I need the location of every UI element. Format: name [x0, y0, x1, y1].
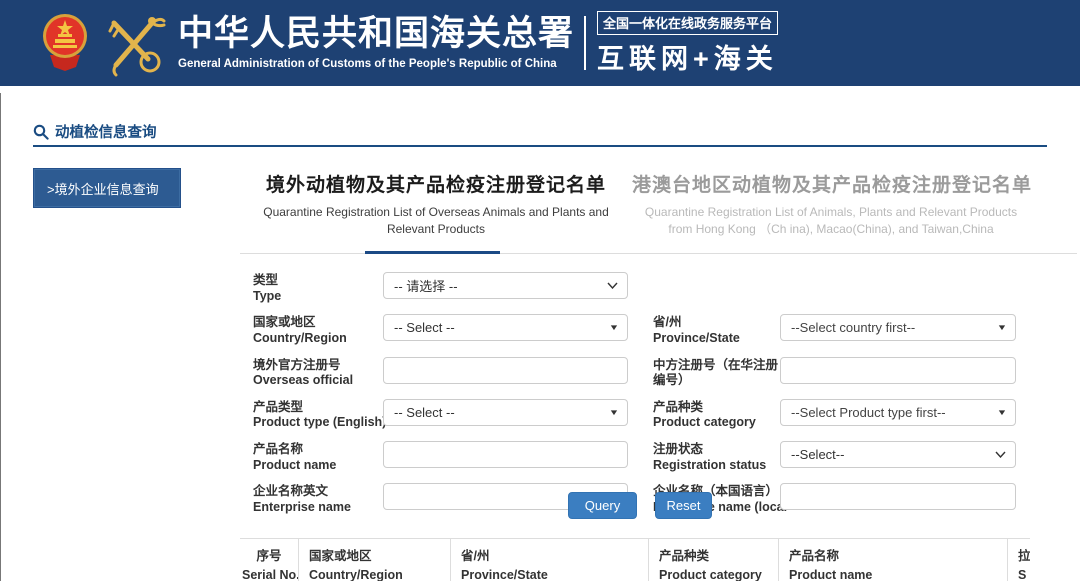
province-select[interactable]: --Select country first-- ▼ [780, 314, 1016, 341]
product-category-select[interactable]: --Select Product type first-- ▼ [780, 399, 1016, 426]
type-select[interactable]: -- 请选择 -- [383, 272, 628, 299]
product-name-label: 产品名称 Product name [253, 441, 383, 473]
column-header-clipped: 拉 S [1007, 539, 1030, 581]
reset-button[interactable]: Reset [655, 492, 712, 519]
tab-title-en: Quarantine Registration List of Overseas… [240, 204, 632, 238]
tab-title-cn: 境外动植物及其产品检疫注册登记名单 [240, 170, 632, 197]
platform-badge: 全国一体化在线政务服务平台 [597, 11, 778, 35]
tab-title-cn: 港澳台地区动植物及其产品检疫注册登记名单 [632, 170, 1030, 197]
registration-status-select[interactable]: --Select-- [780, 441, 1016, 468]
national-emblem-icon [42, 11, 88, 75]
window-left-edge [0, 93, 1, 581]
country-label: 国家或地区 Country/Region [253, 314, 383, 346]
platform-block: 全国一体化在线政务服务平台 互联网+海关 [597, 11, 778, 76]
chevron-down-icon [607, 282, 618, 289]
tab-title-en: Quarantine Registration List of Animals,… [632, 204, 1030, 238]
page: 中华人民共和国海关总署 General Administration of Cu… [0, 0, 1080, 581]
overseas-regno-label: 境外官方注册号 Overseas official [253, 357, 383, 389]
section-title: 动植检信息查询 [55, 121, 157, 142]
overseas-regno-input[interactable] [383, 357, 628, 384]
product-category-label: 产品种类 Product category [653, 399, 780, 431]
query-form: 类型 Type -- 请选择 -- 国家或地区 Country/Region -… [253, 272, 1033, 526]
column-header-serial-no: 序号 Serial No. [240, 539, 298, 581]
province-label: 省/州 Province/State [653, 314, 780, 346]
china-regno-label: 中方注册号（在华注册编号） [653, 357, 780, 389]
results-table-header: 序号 Serial No. 国家或地区 Country/Region 省/州 P… [240, 538, 1030, 581]
triangle-down-icon: ▼ [609, 408, 620, 417]
triangle-down-icon: ▼ [997, 323, 1008, 332]
type-label: 类型 Type [253, 272, 383, 304]
section-head: 动植检信息查询 [33, 121, 157, 142]
active-tab-indicator [365, 251, 500, 254]
site-title-cn: 中华人民共和国海关总署 [178, 16, 574, 53]
query-button[interactable]: Query [568, 492, 637, 519]
customs-logo-icon [102, 9, 166, 77]
column-header-province-state: 省/州 Province/State [450, 539, 648, 581]
platform-name: 互联网+海关 [597, 37, 778, 76]
tab-hmt-registration-list[interactable]: 港澳台地区动植物及其产品检疫注册登记名单 Quarantine Registra… [632, 170, 1030, 238]
tab-overseas-registration-list[interactable]: 境外动植物及其产品检疫注册登记名单 Quarantine Registratio… [240, 170, 632, 238]
china-regno-input[interactable] [780, 357, 1016, 384]
chevron-down-icon [995, 451, 1006, 458]
column-header-country-region: 国家或地区 Country/Region [298, 539, 450, 581]
enterprise-name-local-input[interactable] [780, 483, 1016, 510]
triangle-down-icon: ▼ [609, 323, 620, 332]
sidebar-item-label: >境外企业信息查询 [47, 179, 159, 198]
section-divider [33, 145, 1047, 147]
country-select[interactable]: -- Select -- ▼ [383, 314, 628, 341]
registration-status-label: 注册状态 Registration status [653, 441, 780, 473]
column-header-product-category: 产品种类 Product category [648, 539, 778, 581]
product-name-input[interactable] [383, 441, 628, 468]
header-divider [584, 16, 586, 70]
triangle-down-icon: ▼ [997, 408, 1008, 417]
product-type-label: 产品类型 Product type (English) [253, 399, 383, 431]
tabs: 境外动植物及其产品检疫注册登记名单 Quarantine Registratio… [240, 170, 1077, 238]
search-icon [33, 124, 49, 140]
site-title-block: 中华人民共和国海关总署 General Administration of Cu… [178, 16, 574, 70]
column-header-product-name: 产品名称 Product name [778, 539, 1007, 581]
product-type-select[interactable]: -- Select -- ▼ [383, 399, 628, 426]
site-title-en: General Administration of Customs of the… [178, 58, 574, 70]
site-header: 中华人民共和国海关总署 General Administration of Cu… [0, 0, 1080, 86]
enterprise-name-en-label: 企业名称英文 Enterprise name [253, 483, 383, 515]
sidebar-item-overseas-enterprise-query[interactable]: >境外企业信息查询 [33, 168, 181, 208]
